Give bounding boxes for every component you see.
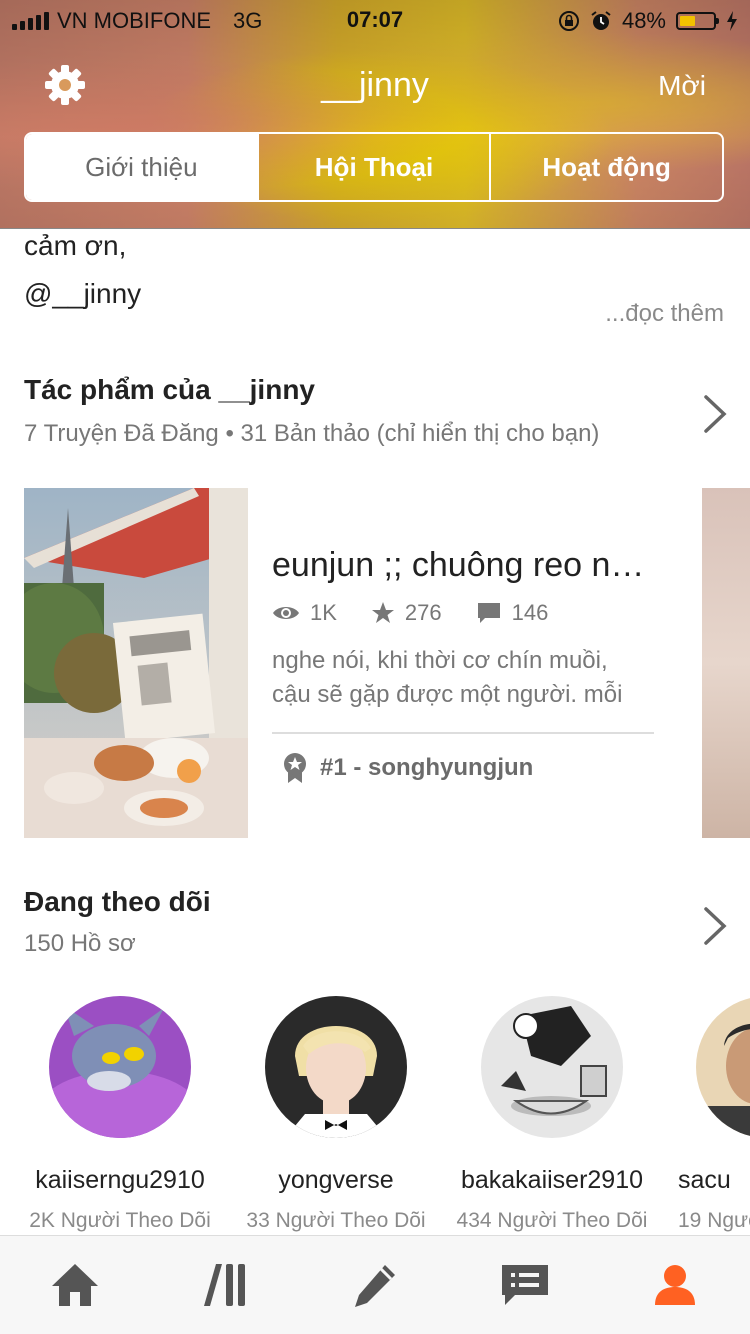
story-cover-image[interactable] [24,488,248,838]
tab-about[interactable]: Giới thiệu [26,134,257,200]
story-description-line: nghe nói, khi thời cơ chín muồi, [272,647,608,674]
ribbon-badge-icon [284,753,306,783]
story-description-line: cậu sẽ gặp được một người. mỗi [272,681,623,708]
following-count: 19 Người [678,1209,750,1232]
following-name[interactable]: bakakaiiser2910 [444,1166,660,1195]
battery-percent: 48% [621,8,666,33]
star-icon [371,602,394,623]
story-stats: 1K 276 146 [272,600,582,626]
messages-icon [502,1265,548,1305]
read-more-link[interactable]: ...đọc thêm [605,300,724,328]
write-icon [355,1265,395,1307]
battery-icon [676,12,719,30]
following-profile[interactable]: kaiiserngu2910 2K Người Theo Dõi [12,996,228,1233]
about-line: cảm ơn, [24,230,127,261]
following-profile[interactable]: yongverse 33 Người Theo Dõi [228,996,444,1233]
avatar[interactable] [49,996,191,1138]
library-icon [204,1264,245,1306]
alarm-icon [591,11,611,30]
following-count: 2K Người Theo Dõi [29,1209,211,1232]
following-section-title[interactable]: Đang theo dõi [24,886,211,918]
profile-tabs: Giới thiệu Hội Thoại Hoạt động [24,132,724,202]
story-description: nghe nói, khi thời cơ chín muồi, cậu sẽ … [272,644,652,712]
bottom-tab-bar [0,1235,750,1334]
following-profile[interactable]: sacu 19 Người [660,996,750,1233]
eye-icon [273,607,299,619]
story-rank: #1 - songhyungjun [282,752,533,784]
comment-icon [477,603,500,623]
rotation-lock-icon [558,11,579,31]
tab-home[interactable] [0,1236,150,1334]
story-votes: 276 [404,600,442,625]
about-line: @__jinny [24,278,142,309]
following-count: 33 Người Theo Dõi [246,1209,426,1232]
following-count: 434 Người Theo Dõi [456,1209,648,1232]
story-comments: 146 [511,600,549,625]
tab-messages[interactable] [450,1236,600,1334]
following-name[interactable]: kaiiserngu2910 [12,1166,228,1195]
chevron-right-icon[interactable] [702,906,728,946]
tab-conversations[interactable]: Hội Thoại [256,134,490,200]
status-bar: VN MOBIFONE 3G 07:07 48% [0,0,750,40]
next-story-cover[interactable] [702,488,750,838]
works-section-title[interactable]: Tác phẩm của __jinny [24,374,315,406]
following-name[interactable]: yongverse [228,1166,444,1195]
tab-activity[interactable]: Hoạt động [489,134,722,200]
following-name[interactable]: sacu [660,1166,750,1195]
following-list: kaiiserngu2910 2K Người Theo Dõi yongver… [0,996,750,1236]
following-section-subtitle: 150 Hồ sơ [24,930,136,957]
following-profile[interactable]: bakakaiiser2910 434 Người Theo Dõi [444,996,660,1233]
invite-button[interactable]: Mời [658,70,706,102]
divider [272,732,654,734]
avatar[interactable] [265,996,407,1138]
avatar[interactable] [481,996,623,1138]
tab-library[interactable] [150,1236,300,1334]
works-section-subtitle: 7 Truyện Đã Đăng • 31 Bản thảo (chỉ hiển… [24,420,600,447]
charging-icon [727,11,737,31]
story-views: 1K [310,600,337,625]
story-title[interactable]: eunjun ;; chuông reo ngày [272,546,662,585]
avatar[interactable] [696,996,750,1138]
profile-username: __jinny [321,66,429,104]
chevron-right-icon[interactable] [702,394,728,434]
story-rank-label: #1 - songhyungjun [320,754,534,781]
about-text: cảm ơn, @__jinny [24,222,141,318]
tab-write[interactable] [300,1236,450,1334]
profile-icon [655,1265,695,1305]
home-icon [52,1264,98,1306]
tab-profile[interactable] [600,1236,750,1334]
